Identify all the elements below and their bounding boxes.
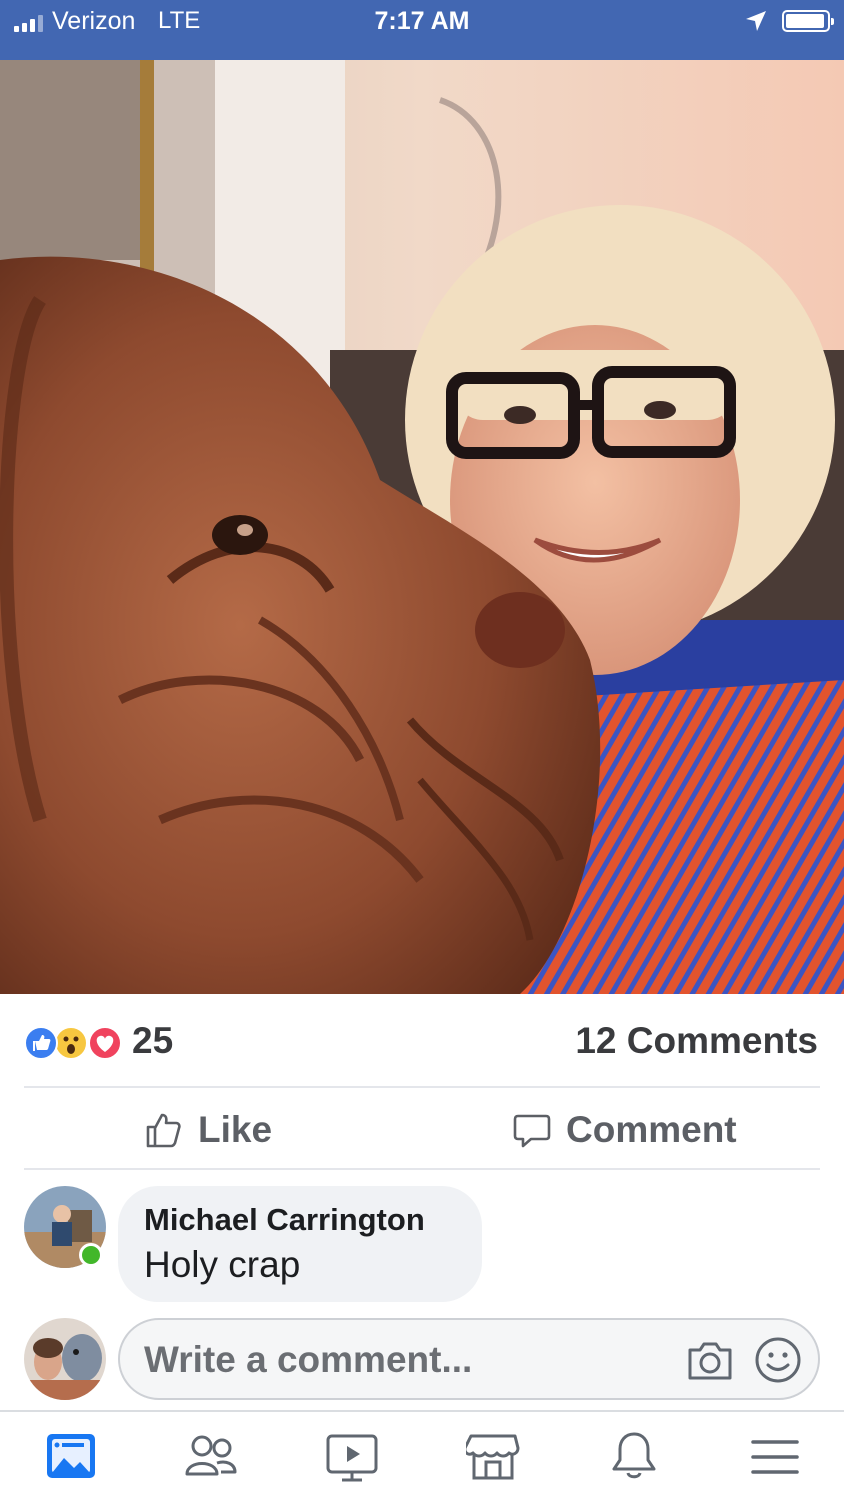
comment-label: Comment xyxy=(566,1109,737,1150)
news-feed-icon[interactable] xyxy=(44,1430,98,1484)
notifications-icon[interactable] xyxy=(607,1430,661,1484)
photo-illustration xyxy=(0,60,844,994)
wow-reaction-icon xyxy=(54,1026,88,1060)
tab-bar xyxy=(0,1410,844,1500)
reaction-count: 25 xyxy=(132,1020,174,1061)
speech-bubble-icon xyxy=(513,1114,551,1148)
like-reaction-icon xyxy=(24,1026,58,1060)
comments-count-link[interactable]: 12 Comments xyxy=(575,1020,818,1062)
divider xyxy=(24,1086,820,1088)
emoji-icon[interactable] xyxy=(754,1336,802,1384)
thumbs-up-icon xyxy=(146,1113,181,1148)
facebook-post-view: Verizon LTE 7:17 AM 25 12 Comments Like … xyxy=(0,0,844,1500)
love-reaction-icon xyxy=(88,1026,122,1060)
comment-input[interactable] xyxy=(144,1332,664,1388)
comment-bubble[interactable]: Michael Carrington Holy crap xyxy=(118,1186,482,1302)
battery-icon xyxy=(782,10,834,32)
comment-text: Holy crap xyxy=(144,1244,301,1285)
like-button[interactable]: Like xyxy=(144,1100,272,1160)
my-avatar xyxy=(24,1318,106,1400)
post-photo[interactable] xyxy=(0,60,844,994)
status-time: 7:17 AM xyxy=(374,7,470,35)
watch-icon[interactable] xyxy=(325,1430,379,1484)
divider xyxy=(24,1168,820,1170)
comment-button[interactable]: Comment xyxy=(512,1100,737,1160)
friends-icon[interactable] xyxy=(184,1430,238,1484)
comment-composer[interactable] xyxy=(118,1318,820,1400)
marketplace-icon[interactable] xyxy=(466,1430,520,1484)
battery-level xyxy=(786,14,824,28)
menu-icon[interactable] xyxy=(748,1430,802,1484)
camera-icon[interactable] xyxy=(686,1338,734,1382)
status-bar: Verizon LTE 7:17 AM xyxy=(0,0,844,60)
online-status-dot xyxy=(79,1243,103,1267)
location-arrow-icon xyxy=(746,11,766,31)
like-label: Like xyxy=(198,1109,273,1150)
comment-author[interactable]: Michael Carrington xyxy=(144,1202,482,1238)
